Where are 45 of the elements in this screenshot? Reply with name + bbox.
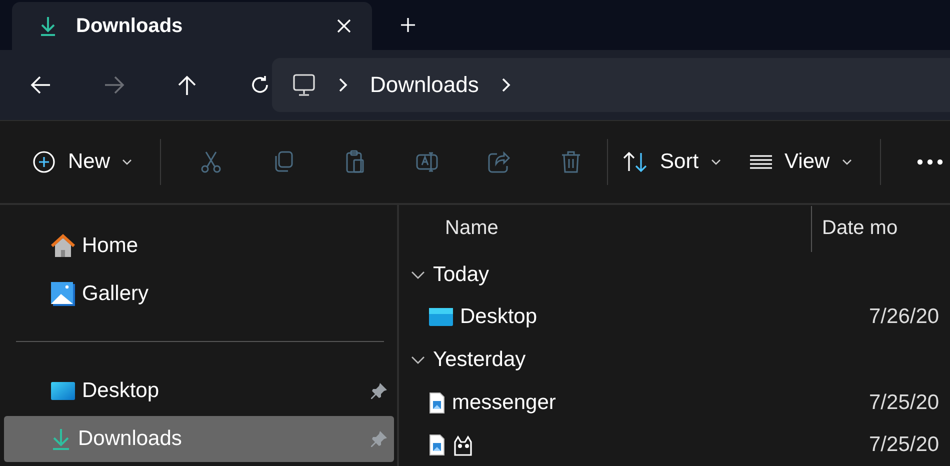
view-menu-button[interactable]: View xyxy=(748,150,852,174)
sidebar-item[interactable]: Home xyxy=(4,223,394,269)
download-icon xyxy=(38,15,58,37)
file-date: 7/25/20 xyxy=(869,433,940,458)
sidebar-item[interactable]: Downloads xyxy=(4,416,394,462)
address-bar[interactable]: Downloads xyxy=(272,58,950,112)
column-header[interactable]: Date mo xyxy=(822,217,898,240)
file-name[interactable]: messenger xyxy=(452,391,556,416)
plus-circle-icon xyxy=(32,150,56,174)
file-date: 7/26/20 xyxy=(869,305,940,330)
refresh-icon[interactable] xyxy=(249,74,271,96)
chevron-icon[interactable] xyxy=(411,355,425,366)
window-tab[interactable]: Downloads xyxy=(12,2,372,50)
download-icon xyxy=(50,427,72,451)
image-file-icon xyxy=(429,434,445,456)
file-date: 7/25/20 xyxy=(869,391,940,416)
caret-icon xyxy=(122,159,132,165)
desktop-icon xyxy=(50,381,76,401)
house-icon xyxy=(50,234,76,258)
file-name[interactable]: Desktop xyxy=(460,305,538,330)
chevron-icon xyxy=(338,77,348,93)
new-menu-button[interactable]: New xyxy=(32,150,132,174)
image-file-icon xyxy=(429,392,445,414)
close-icon[interactable] xyxy=(336,18,352,34)
caret-icon xyxy=(842,159,852,165)
breadcrumb-item[interactable]: Downloads xyxy=(370,72,479,98)
chevron-icon[interactable] xyxy=(411,270,425,280)
sidebar-item[interactable]: Desktop xyxy=(4,368,394,414)
new-tab-icon[interactable] xyxy=(400,17,416,33)
desktop-icon xyxy=(429,308,453,326)
group-header[interactable]: Yesterday xyxy=(433,348,526,372)
sidebar-item[interactable]: Gallery xyxy=(4,271,394,317)
pin-icon[interactable] xyxy=(370,382,388,400)
group-header[interactable]: Today xyxy=(433,262,490,287)
tab-title: Downloads xyxy=(76,14,184,38)
chevron-icon xyxy=(500,77,511,93)
monitor-icon xyxy=(292,73,316,97)
sort-arrows-icon xyxy=(622,150,648,174)
caret-icon xyxy=(710,159,721,165)
back-arrow-icon[interactable] xyxy=(30,74,52,96)
more-options-icon[interactable] xyxy=(916,159,943,165)
up-arrow-icon[interactable] xyxy=(176,74,198,96)
sort-menu-button[interactable]: Sort xyxy=(622,150,721,174)
column-header[interactable]: Name xyxy=(399,217,811,240)
picture-icon xyxy=(50,281,76,307)
